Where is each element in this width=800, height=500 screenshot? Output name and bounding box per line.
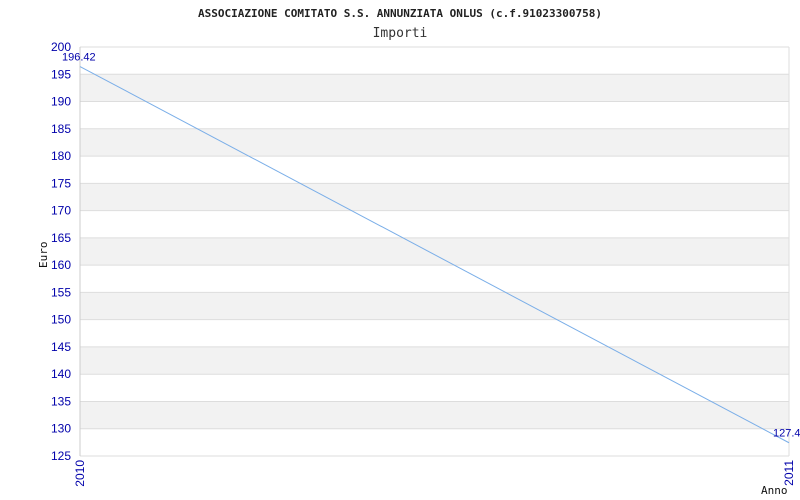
y-tick-label: 160 [51,258,71,272]
y-tick-label: 195 [51,67,71,81]
y-axis-ticks: 125 130 135 140 145 150 155 160 165 170 175 180 185 1… [51,40,71,463]
y-tick-label: 125 [51,449,71,463]
chart-subtitle: Importi [373,26,428,41]
grid-band [80,346,789,375]
y-tick-label: 180 [51,149,71,163]
chart-title: ASSOCIAZIONE COMITATO S.S. ANNUNZIATA ON… [198,7,602,20]
grid-bands [80,47,789,456]
data-label: 127.43 [773,428,800,440]
x-tick-label: 2011 [782,460,796,486]
y-tick-label: 130 [51,422,71,436]
y-tick-label: 190 [51,95,71,109]
x-tick-label: 2010 [73,460,87,487]
y-tick-label: 185 [51,122,71,136]
y-axis-label: Euro [37,242,50,269]
grid-band [80,401,789,429]
data-label: 196.42 [62,52,96,64]
grid-band [80,292,789,320]
y-tick-label: 175 [51,176,71,190]
y-tick-label: 155 [51,285,71,299]
y-tick-label: 135 [51,394,71,408]
x-axis-label: Anno [761,484,788,497]
x-axis-ticks: 2010 2011 [73,460,796,487]
y-tick-label: 170 [51,204,71,218]
grid-band [80,237,789,266]
y-tick-label: 140 [51,367,71,381]
grid-band [80,128,789,157]
grid-band [80,74,789,102]
y-tick-label: 145 [51,340,71,354]
y-tick-label: 150 [51,313,71,327]
line-chart: ASSOCIAZIONE COMITATO S.S. ANNUNZIATA ON… [37,7,800,497]
grid-band [80,183,789,211]
y-tick-label: 165 [51,231,71,245]
